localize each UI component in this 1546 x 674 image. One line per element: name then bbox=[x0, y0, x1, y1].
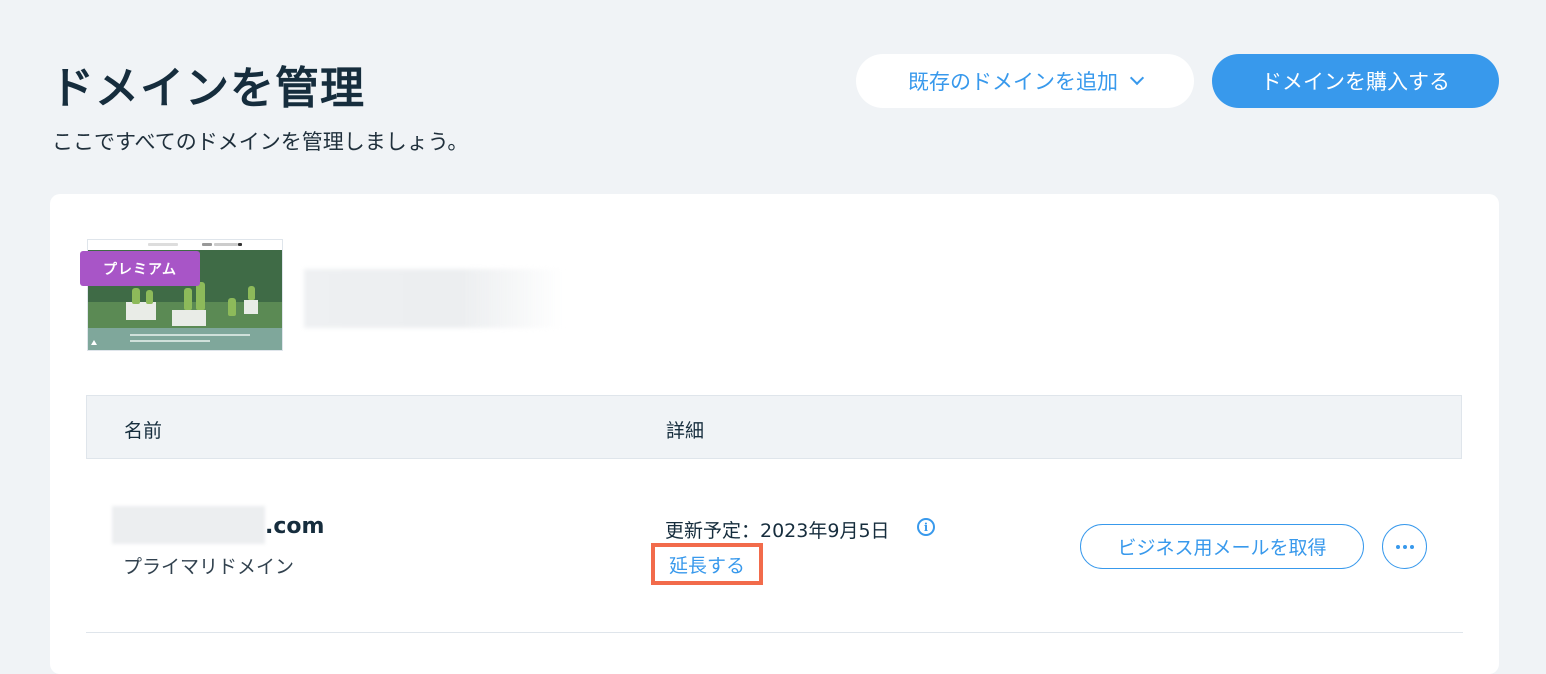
buy-domain-button[interactable]: ドメインを購入する bbox=[1212, 54, 1499, 108]
extend-link[interactable]: 延長する bbox=[669, 551, 745, 578]
renewal-date: 更新予定：2023年9月5日 bbox=[665, 520, 890, 542]
info-icon[interactable]: i bbox=[917, 518, 935, 536]
add-existing-domain-label: 既存のドメインを追加 bbox=[908, 70, 1118, 94]
get-business-email-label: ビジネス用メールを取得 bbox=[1117, 537, 1327, 559]
get-business-email-button[interactable]: ビジネス用メールを取得 bbox=[1080, 524, 1364, 569]
column-header-name: 名前 bbox=[124, 420, 163, 442]
domain-suffix: .com bbox=[265, 514, 325, 539]
site-name-redacted bbox=[304, 269, 564, 328]
domain-card: プレミアム 名前 詳細 .com プライマリドメイン 更新予定：2023年9月5… bbox=[50, 194, 1499, 674]
row-divider bbox=[86, 632, 1463, 633]
domain-name-redacted bbox=[112, 506, 265, 544]
domain-type-label: プライマリドメイン bbox=[123, 556, 295, 578]
thumbnail-footer bbox=[88, 328, 282, 350]
premium-badge: プレミアム bbox=[80, 251, 200, 286]
column-header-details: 詳細 bbox=[666, 420, 705, 442]
more-icon[interactable] bbox=[1382, 524, 1427, 569]
table-header: 名前 詳細 bbox=[86, 395, 1462, 459]
page-subtitle: ここですべてのドメインを管理しましょう。 bbox=[52, 130, 469, 154]
add-existing-domain-button[interactable]: 既存のドメインを追加 bbox=[856, 54, 1194, 108]
buy-domain-label: ドメインを購入する bbox=[1261, 70, 1450, 94]
page-title: ドメインを管理 bbox=[50, 63, 365, 114]
chevron-down-icon bbox=[1129, 70, 1145, 86]
extend-highlight: 延長する bbox=[651, 543, 763, 585]
thumbnail-header bbox=[88, 240, 282, 250]
